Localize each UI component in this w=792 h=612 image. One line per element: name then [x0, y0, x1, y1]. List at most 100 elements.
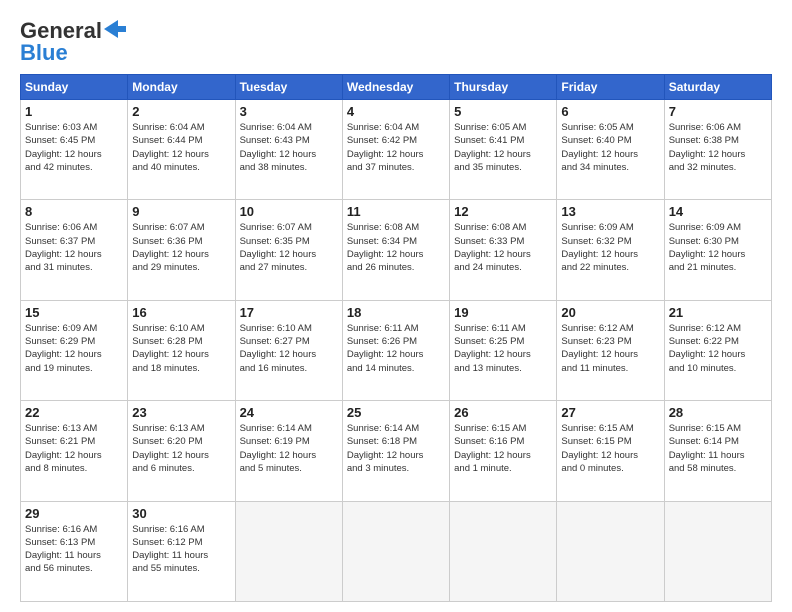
day-number: 3 — [240, 104, 338, 119]
day-number: 27 — [561, 405, 659, 420]
day-number: 9 — [132, 204, 230, 219]
day-cell: 21 Sunrise: 6:12 AM Sunset: 6:22 PM Dayli… — [664, 300, 771, 400]
day-number: 26 — [454, 405, 552, 420]
day-number: 22 — [25, 405, 123, 420]
day-cell: 14 Sunrise: 6:09 AM Sunset: 6:30 PM Dayli… — [664, 200, 771, 300]
day-cell: 5Sunrise: 6:05 AM Sunset: 6:41 PM Daylig… — [450, 100, 557, 200]
day-cell: 29 Sunrise: 6:16 AM Sunset: 6:13 PM Dayli… — [21, 501, 128, 601]
day-info: Sunrise: 6:16 AM Sunset: 6:12 PM Dayligh… — [132, 523, 230, 576]
day-cell: 11Sunrise: 6:08 AM Sunset: 6:34 PM Dayli… — [342, 200, 449, 300]
day-cell: 3 Sunrise: 6:04 AM Sunset: 6:43 PM Daylig… — [235, 100, 342, 200]
header-cell-saturday: Saturday — [664, 75, 771, 100]
day-cell: 8 Sunrise: 6:06 AM Sunset: 6:37 PM Daylig… — [21, 200, 128, 300]
day-cell — [557, 501, 664, 601]
day-number: 20 — [561, 305, 659, 320]
header: General Blue — [20, 18, 772, 66]
day-info: Sunrise: 6:14 AM Sunset: 6:19 PM Dayligh… — [240, 422, 338, 475]
day-info: Sunrise: 6:09 AM Sunset: 6:29 PM Dayligh… — [25, 322, 123, 375]
day-number: 8 — [25, 204, 123, 219]
week-row-5: 29 Sunrise: 6:16 AM Sunset: 6:13 PM Dayli… — [21, 501, 772, 601]
logo-arrow-icon — [104, 20, 126, 38]
day-cell: 1 Sunrise: 6:03 AM Sunset: 6:45 PM Daylig… — [21, 100, 128, 200]
day-cell: 2 Sunrise: 6:04 AM Sunset: 6:44 PM Daylig… — [128, 100, 235, 200]
day-info: Sunrise: 6:09 AM Sunset: 6:30 PM Dayligh… — [669, 221, 767, 274]
day-number: 21 — [669, 305, 767, 320]
day-cell: 24Sunrise: 6:14 AM Sunset: 6:19 PM Dayli… — [235, 401, 342, 501]
day-cell: 18Sunrise: 6:11 AM Sunset: 6:26 PM Dayli… — [342, 300, 449, 400]
day-number: 15 — [25, 305, 123, 320]
day-info: Sunrise: 6:12 AM Sunset: 6:22 PM Dayligh… — [669, 322, 767, 375]
week-row-4: 22 Sunrise: 6:13 AM Sunset: 6:21 PM Dayli… — [21, 401, 772, 501]
day-number: 2 — [132, 104, 230, 119]
day-cell: 4Sunrise: 6:04 AM Sunset: 6:42 PM Daylig… — [342, 100, 449, 200]
day-number: 19 — [454, 305, 552, 320]
day-cell — [664, 501, 771, 601]
header-cell-monday: Monday — [128, 75, 235, 100]
day-info: Sunrise: 6:16 AM Sunset: 6:13 PM Dayligh… — [25, 523, 123, 576]
day-info: Sunrise: 6:15 AM Sunset: 6:16 PM Dayligh… — [454, 422, 552, 475]
day-number: 28 — [669, 405, 767, 420]
day-number: 6 — [561, 104, 659, 119]
day-info: Sunrise: 6:07 AM Sunset: 6:36 PM Dayligh… — [132, 221, 230, 274]
day-number: 25 — [347, 405, 445, 420]
day-info: Sunrise: 6:05 AM Sunset: 6:40 PM Dayligh… — [561, 121, 659, 174]
day-cell: 13 Sunrise: 6:09 AM Sunset: 6:32 PM Dayli… — [557, 200, 664, 300]
day-cell — [450, 501, 557, 601]
day-info: Sunrise: 6:04 AM Sunset: 6:43 PM Dayligh… — [240, 121, 338, 174]
day-number: 1 — [25, 104, 123, 119]
day-cell: 15 Sunrise: 6:09 AM Sunset: 6:29 PM Dayli… — [21, 300, 128, 400]
logo: General Blue — [20, 18, 126, 66]
day-number: 14 — [669, 204, 767, 219]
day-cell: 30 Sunrise: 6:16 AM Sunset: 6:12 PM Dayli… — [128, 501, 235, 601]
calendar-header-row: SundayMondayTuesdayWednesdayThursdayFrid… — [21, 75, 772, 100]
day-number: 11 — [347, 204, 445, 219]
header-cell-tuesday: Tuesday — [235, 75, 342, 100]
day-cell: 25Sunrise: 6:14 AM Sunset: 6:18 PM Dayli… — [342, 401, 449, 501]
day-cell: 27 Sunrise: 6:15 AM Sunset: 6:15 PM Dayli… — [557, 401, 664, 501]
page: General Blue SundayMondayTuesdayWednesda… — [0, 0, 792, 612]
day-number: 17 — [240, 305, 338, 320]
calendar-table: SundayMondayTuesdayWednesdayThursdayFrid… — [20, 74, 772, 602]
day-cell: 6 Sunrise: 6:05 AM Sunset: 6:40 PM Daylig… — [557, 100, 664, 200]
day-cell: 9 Sunrise: 6:07 AM Sunset: 6:36 PM Daylig… — [128, 200, 235, 300]
day-info: Sunrise: 6:12 AM Sunset: 6:23 PM Dayligh… — [561, 322, 659, 375]
day-number: 30 — [132, 506, 230, 521]
day-cell: 12 Sunrise: 6:08 AM Sunset: 6:33 PM Dayli… — [450, 200, 557, 300]
day-cell: 22 Sunrise: 6:13 AM Sunset: 6:21 PM Dayli… — [21, 401, 128, 501]
header-cell-friday: Friday — [557, 75, 664, 100]
day-info: Sunrise: 6:15 AM Sunset: 6:15 PM Dayligh… — [561, 422, 659, 475]
day-cell: 19 Sunrise: 6:11 AM Sunset: 6:25 PM Dayli… — [450, 300, 557, 400]
day-cell: 26 Sunrise: 6:15 AM Sunset: 6:16 PM Dayli… — [450, 401, 557, 501]
day-number: 13 — [561, 204, 659, 219]
day-number: 12 — [454, 204, 552, 219]
day-cell: 16Sunrise: 6:10 AM Sunset: 6:28 PM Dayli… — [128, 300, 235, 400]
day-cell — [235, 501, 342, 601]
day-info: Sunrise: 6:11 AM Sunset: 6:26 PM Dayligh… — [347, 322, 445, 375]
day-number: 7 — [669, 104, 767, 119]
header-cell-sunday: Sunday — [21, 75, 128, 100]
header-cell-wednesday: Wednesday — [342, 75, 449, 100]
day-number: 4 — [347, 104, 445, 119]
day-info: Sunrise: 6:15 AM Sunset: 6:14 PM Dayligh… — [669, 422, 767, 475]
day-info: Sunrise: 6:06 AM Sunset: 6:38 PM Dayligh… — [669, 121, 767, 174]
calendar-body: 1 Sunrise: 6:03 AM Sunset: 6:45 PM Daylig… — [21, 100, 772, 602]
logo-blue-text: Blue — [20, 40, 68, 66]
week-row-1: 1 Sunrise: 6:03 AM Sunset: 6:45 PM Daylig… — [21, 100, 772, 200]
day-number: 5 — [454, 104, 552, 119]
day-cell: 28 Sunrise: 6:15 AM Sunset: 6:14 PM Dayli… — [664, 401, 771, 501]
day-info: Sunrise: 6:06 AM Sunset: 6:37 PM Dayligh… — [25, 221, 123, 274]
calendar-header: SundayMondayTuesdayWednesdayThursdayFrid… — [21, 75, 772, 100]
day-number: 29 — [25, 506, 123, 521]
day-cell: 17Sunrise: 6:10 AM Sunset: 6:27 PM Dayli… — [235, 300, 342, 400]
day-info: Sunrise: 6:08 AM Sunset: 6:33 PM Dayligh… — [454, 221, 552, 274]
day-info: Sunrise: 6:10 AM Sunset: 6:28 PM Dayligh… — [132, 322, 230, 375]
day-info: Sunrise: 6:13 AM Sunset: 6:21 PM Dayligh… — [25, 422, 123, 475]
day-info: Sunrise: 6:09 AM Sunset: 6:32 PM Dayligh… — [561, 221, 659, 274]
day-info: Sunrise: 6:07 AM Sunset: 6:35 PM Dayligh… — [240, 221, 338, 274]
day-info: Sunrise: 6:11 AM Sunset: 6:25 PM Dayligh… — [454, 322, 552, 375]
week-row-3: 15 Sunrise: 6:09 AM Sunset: 6:29 PM Dayli… — [21, 300, 772, 400]
day-cell — [342, 501, 449, 601]
day-cell: 23Sunrise: 6:13 AM Sunset: 6:20 PM Dayli… — [128, 401, 235, 501]
day-info: Sunrise: 6:03 AM Sunset: 6:45 PM Dayligh… — [25, 121, 123, 174]
day-info: Sunrise: 6:04 AM Sunset: 6:44 PM Dayligh… — [132, 121, 230, 174]
